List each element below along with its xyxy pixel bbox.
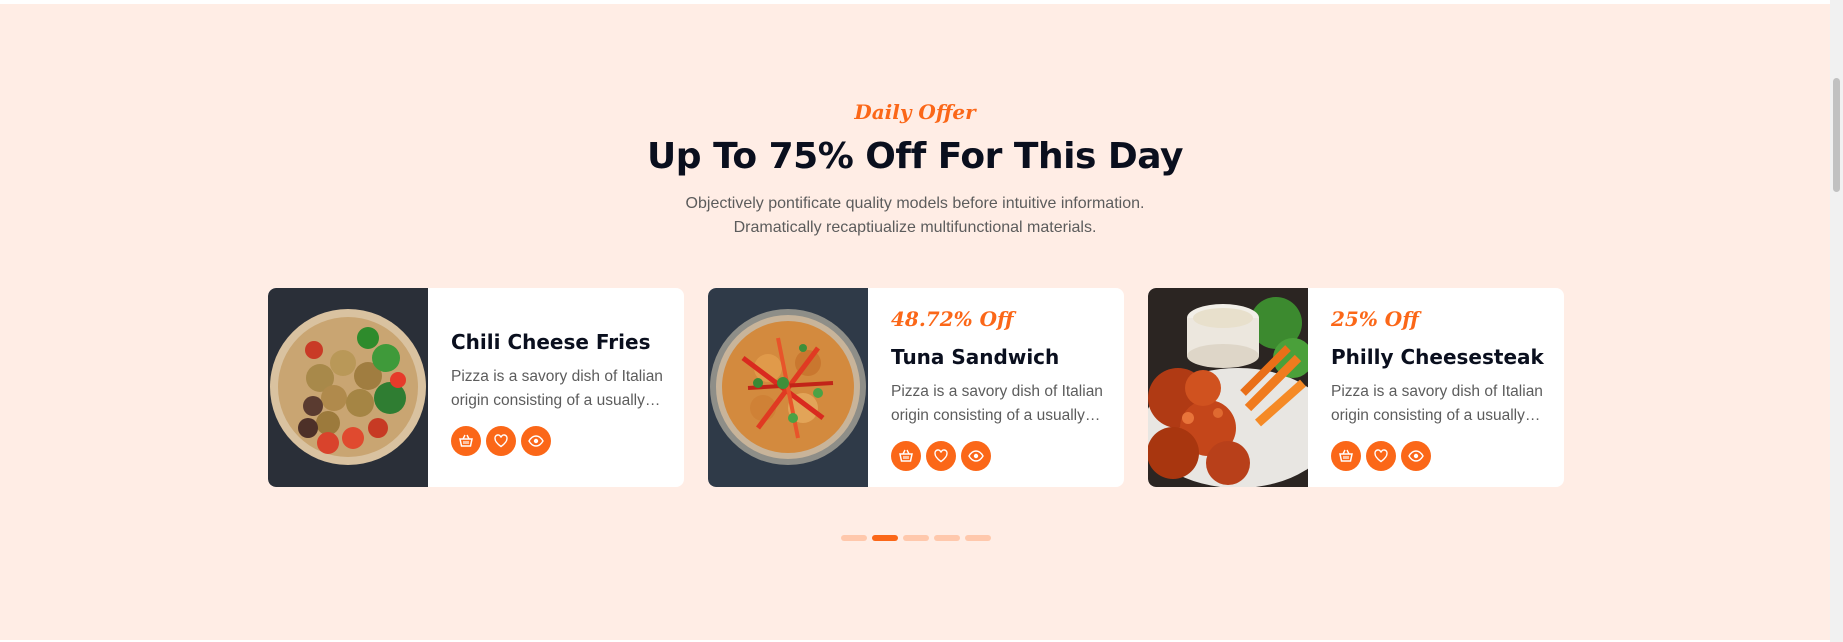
card-actions <box>451 426 551 456</box>
wishlist-button[interactable] <box>926 441 956 471</box>
eye-icon <box>528 434 544 448</box>
discount-label: 25% Off <box>1331 307 1419 331</box>
food-description: Pizza is a savory dish of Italian origin… <box>1331 383 1543 424</box>
basket-icon <box>899 449 913 463</box>
card-actions <box>891 441 991 471</box>
carousel-pagination <box>841 535 991 541</box>
heart-icon <box>494 434 508 448</box>
section-description: Objectively pontificate quality models b… <box>0 192 1830 240</box>
page-scrollbar[interactable] <box>1830 0 1843 642</box>
add-to-cart-button[interactable] <box>891 441 921 471</box>
wishlist-button[interactable] <box>486 426 516 456</box>
pagination-dot[interactable] <box>903 535 929 541</box>
food-name[interactable]: Tuna Sandwich <box>891 345 1059 369</box>
pagination-dot-active[interactable] <box>872 535 898 541</box>
food-image[interactable] <box>708 288 868 487</box>
description-line: Objectively pontificate quality models b… <box>685 195 1145 212</box>
quick-view-button[interactable] <box>521 426 551 456</box>
pagination-dot[interactable] <box>965 535 991 541</box>
food-image[interactable] <box>1148 288 1308 487</box>
add-to-cart-button[interactable] <box>451 426 481 456</box>
description-line: Dramatically recaptiualize multifunction… <box>733 219 1097 236</box>
daily-offer-section: Daily Offer Up To 75% Off For This Day O… <box>0 4 1830 640</box>
food-name[interactable]: Chili Cheese Fries <box>451 330 651 354</box>
wishlist-button[interactable] <box>1366 441 1396 471</box>
scrollbar-thumb[interactable] <box>1833 78 1840 192</box>
heart-icon <box>934 449 948 463</box>
quick-view-button[interactable] <box>1401 441 1431 471</box>
food-image[interactable] <box>268 288 428 487</box>
food-description: Pizza is a savory dish of Italian origin… <box>451 368 663 409</box>
pagination-dot[interactable] <box>841 535 867 541</box>
section-eyebrow: Daily Offer <box>854 100 976 124</box>
offer-card[interactable]: 48.72% Off Tuna Sandwich Pizza is a savo… <box>708 288 1124 487</box>
discount-label: 48.72% Off <box>891 307 1014 331</box>
card-actions <box>1331 441 1431 471</box>
basket-icon <box>1339 449 1353 463</box>
offer-card[interactable]: Chili Cheese Fries Pizza is a savory dis… <box>268 288 684 487</box>
offer-card[interactable]: 25% Off Philly Cheesesteak Pizza is a sa… <box>1148 288 1564 487</box>
eye-icon <box>968 449 984 463</box>
section-title: Up To 75% Off For This Day <box>647 136 1183 177</box>
food-name[interactable]: Philly Cheesesteak <box>1331 345 1544 369</box>
basket-icon <box>459 434 473 448</box>
food-description: Pizza is a savory dish of Italian origin… <box>891 383 1103 424</box>
pagination-dot[interactable] <box>934 535 960 541</box>
add-to-cart-button[interactable] <box>1331 441 1361 471</box>
quick-view-button[interactable] <box>961 441 991 471</box>
heart-icon <box>1374 449 1388 463</box>
eye-icon <box>1408 449 1424 463</box>
